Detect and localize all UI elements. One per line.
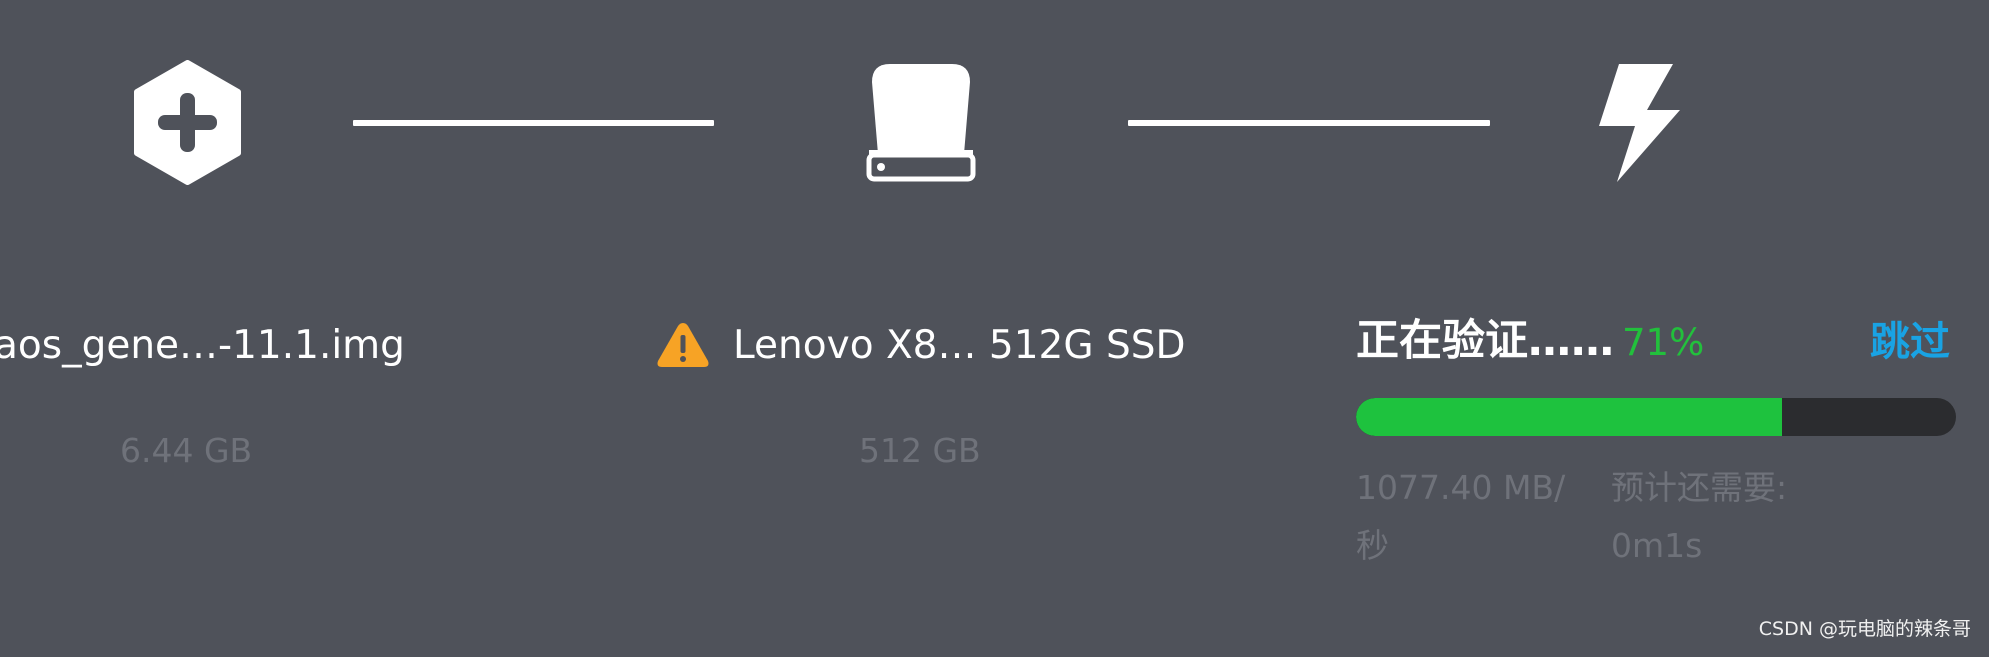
plus-hexagon-icon — [130, 60, 245, 185]
flash-status: 正在验证…… 71% — [1356, 320, 1704, 363]
step-connector-line — [353, 120, 714, 126]
skip-button[interactable]: 跳过 — [1870, 322, 1950, 362]
image-size: 6.44 GB — [120, 431, 253, 470]
watermark-text: CSDN @玩电脑的辣条哥 — [1758, 618, 1971, 640]
lightning-bolt-icon — [1595, 60, 1685, 185]
drive-size: 512 GB — [859, 431, 981, 470]
step-connector-line — [1128, 120, 1490, 126]
drive-name[interactable]: Lenovo X8… 512G SSD — [733, 326, 1185, 365]
image-filename[interactable]: aos_gene…-11.1.img — [0, 326, 405, 365]
flash-progress-screen: aos_gene…-11.1.img 6.44 GB Lenovo X8… 51… — [0, 0, 1989, 657]
hard-drive-icon — [862, 60, 980, 185]
eta-label: 预计还需要: — [1611, 468, 1788, 507]
progress-bar — [1356, 398, 1956, 436]
transfer-speed: 1077.40 MB/秒 — [1356, 468, 1566, 565]
progress-bar-fill — [1356, 398, 1782, 436]
eta-value: 0m1s — [1611, 526, 1703, 565]
warning-triangle-icon — [656, 320, 710, 370]
status-text: 正在验证…… — [1356, 316, 1614, 366]
progress-percent: 71% — [1622, 321, 1705, 364]
